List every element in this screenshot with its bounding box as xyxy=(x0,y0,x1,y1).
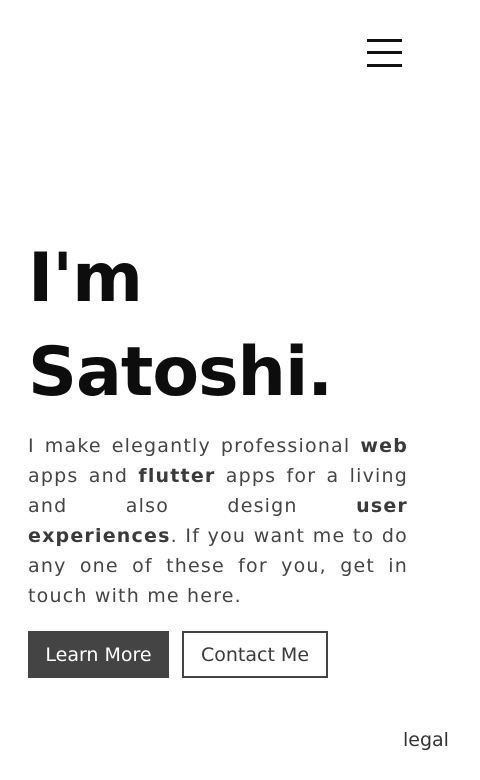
intro-part: apps and xyxy=(28,465,139,487)
page-title: I'm Satoshi. xyxy=(28,232,333,420)
intro-highlight-flutter: flutter xyxy=(138,465,216,487)
legal-link[interactable]: legal xyxy=(403,729,449,751)
title-line-1: I'm xyxy=(28,239,143,318)
learn-more-button[interactable]: Learn More xyxy=(28,631,169,678)
menu-bar xyxy=(367,51,402,54)
menu-bar xyxy=(367,64,402,67)
menu-bar xyxy=(367,39,402,42)
intro-part: I make elegantly professional xyxy=(28,435,361,457)
title-line-2: Satoshi. xyxy=(28,333,333,412)
intro-highlight-web: web xyxy=(360,435,408,457)
contact-me-button[interactable]: Contact Me xyxy=(182,631,328,678)
intro-text: I make elegantly professional web apps a… xyxy=(28,431,408,611)
hamburger-menu-icon[interactable] xyxy=(364,36,404,72)
